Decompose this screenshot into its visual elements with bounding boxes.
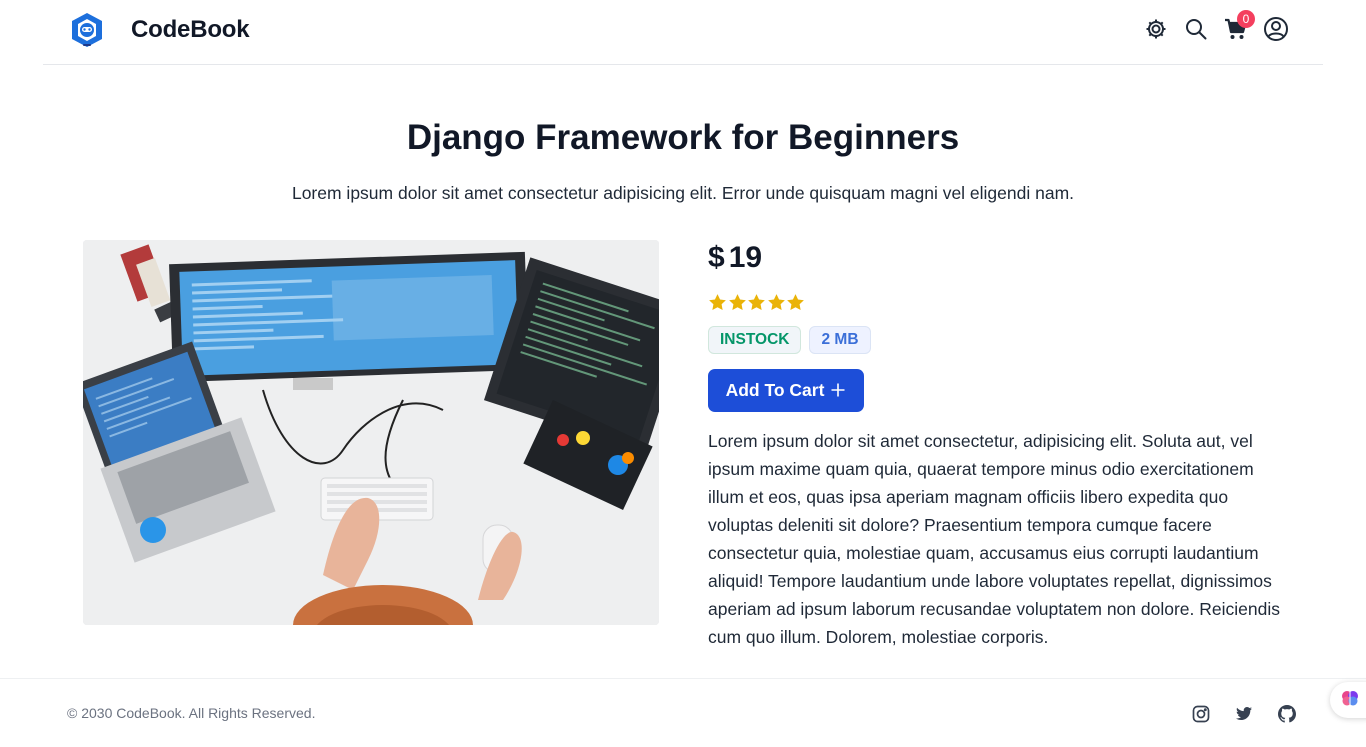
user-icon[interactable] bbox=[1263, 16, 1289, 42]
codebook-logo-icon bbox=[68, 11, 106, 49]
star-icon bbox=[748, 294, 766, 311]
stock-badge: INSTOCK bbox=[708, 326, 802, 354]
gear-icon[interactable] bbox=[1143, 16, 1169, 42]
star-icon bbox=[728, 294, 746, 311]
github-icon[interactable] bbox=[1276, 703, 1298, 725]
product-description: Lorem ipsum dolor sit amet consectetur, … bbox=[708, 431, 1280, 647]
copyright-text: © 2030 CodeBook. All Rights Reserved. bbox=[67, 705, 316, 721]
plus-icon bbox=[830, 381, 846, 401]
size-badge: 2 MB bbox=[809, 326, 871, 354]
product-image bbox=[83, 240, 659, 625]
assistant-widget-button[interactable] bbox=[1330, 682, 1366, 718]
brain-icon bbox=[1340, 688, 1360, 713]
site-footer: © 2030 CodeBook. All Rights Reserved. bbox=[0, 678, 1366, 747]
page-subtitle: Lorem ipsum dolor sit amet consectetur a… bbox=[291, 183, 1075, 203]
cart-icon[interactable]: 0 bbox=[1223, 10, 1255, 42]
price-currency: $ bbox=[708, 241, 725, 274]
developer-workspace-photo bbox=[83, 240, 659, 625]
product-details: $19 INSTOCK 2 MB Add To Cart Lorem ipsum… bbox=[708, 240, 1288, 651]
page-title: Django Framework for Beginners bbox=[406, 118, 960, 157]
header-actions: 0 bbox=[1129, 10, 1289, 42]
product-price: $19 bbox=[708, 240, 1288, 276]
brand-link[interactable]: CodeBook bbox=[68, 11, 250, 49]
star-icon bbox=[767, 294, 785, 311]
site-header: CodeBook 0 bbox=[43, 0, 1323, 65]
twitter-icon[interactable] bbox=[1233, 703, 1255, 725]
rating-stars bbox=[708, 293, 1288, 313]
search-icon[interactable] bbox=[1183, 16, 1209, 42]
brand-name: CodeBook bbox=[131, 16, 250, 43]
product-badges: INSTOCK 2 MB bbox=[708, 326, 1288, 354]
add-to-cart-label: Add To Cart bbox=[725, 380, 825, 400]
cart-count-badge: 0 bbox=[1237, 10, 1255, 28]
instagram-icon[interactable] bbox=[1190, 703, 1212, 725]
star-icon bbox=[787, 294, 805, 311]
social-links bbox=[1169, 703, 1298, 725]
star-icon bbox=[709, 294, 726, 311]
price-value: 19 bbox=[728, 241, 763, 274]
add-to-cart-button[interactable]: Add To Cart bbox=[708, 369, 864, 412]
